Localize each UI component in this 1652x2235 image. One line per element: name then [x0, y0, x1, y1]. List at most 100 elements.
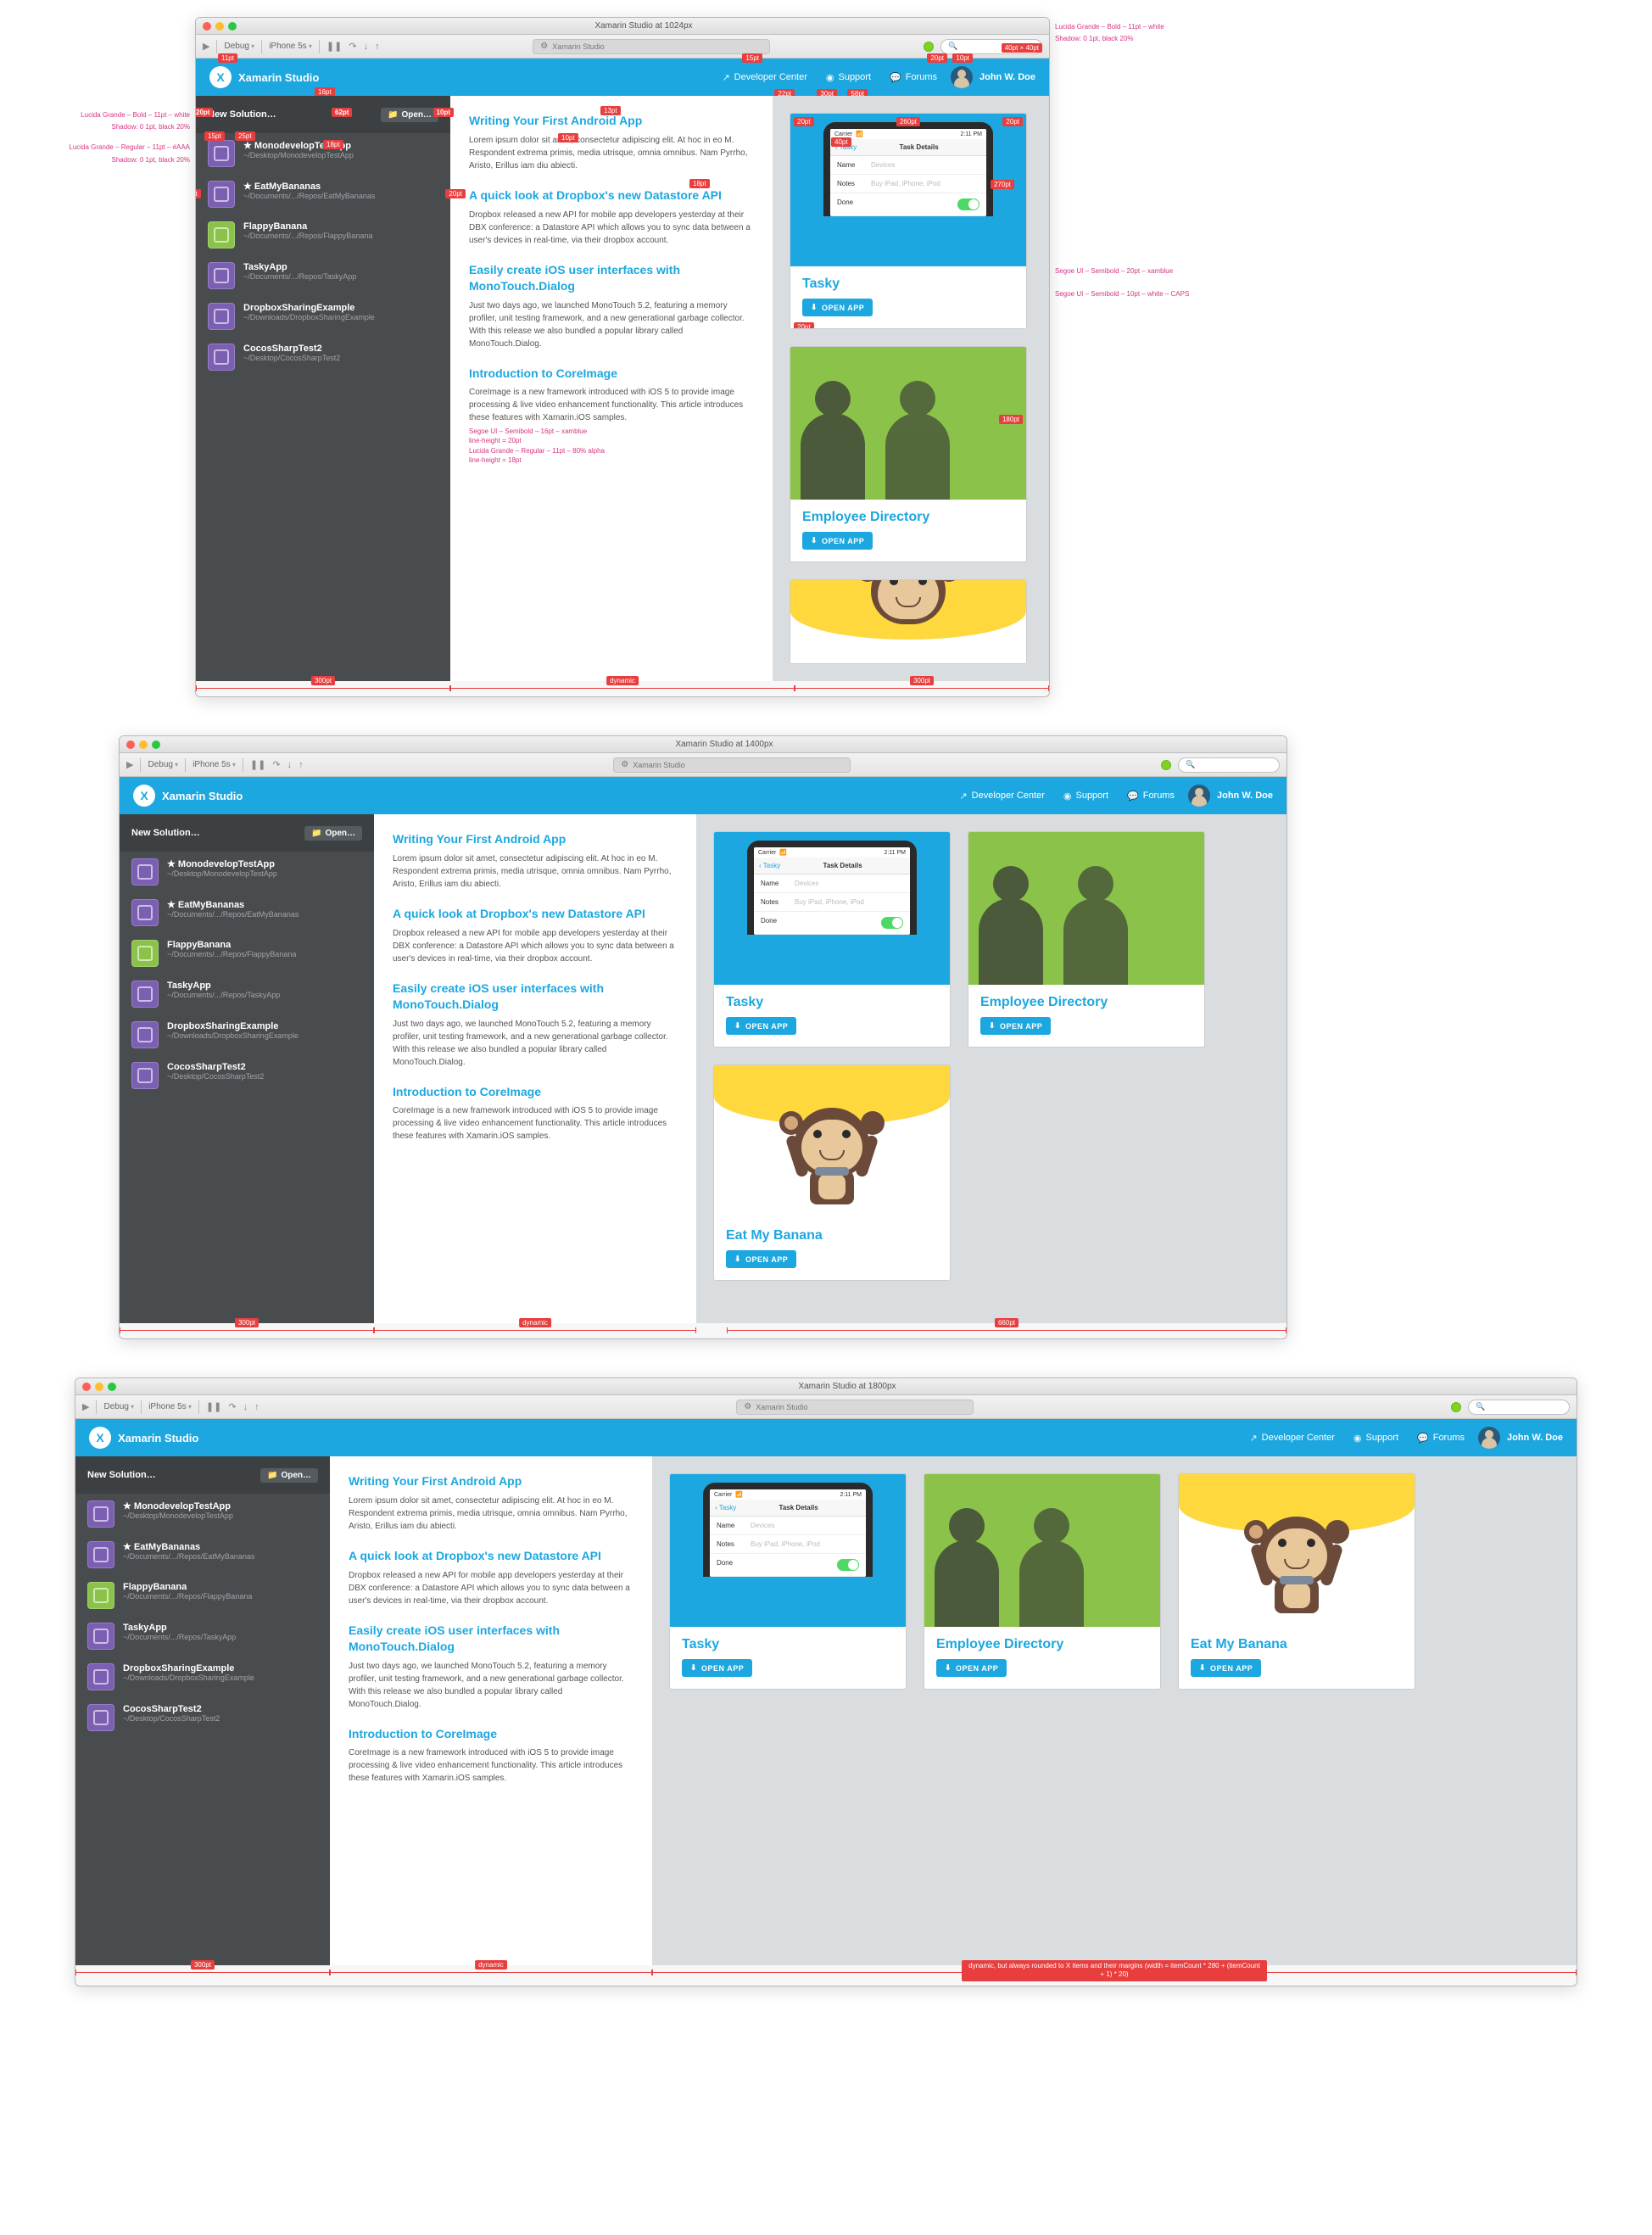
device-dropdown[interactable]: iPhone 5s — [193, 760, 236, 769]
step-out-icon[interactable]: ↑ — [299, 760, 304, 770]
config-dropdown[interactable]: Debug — [103, 1402, 134, 1411]
open-app-button[interactable]: ⬇OPEN APP — [802, 532, 873, 550]
avatar[interactable] — [951, 66, 973, 88]
zoom-icon[interactable] — [152, 740, 160, 749]
nav-developer-center[interactable]: ↗Developer Center — [722, 72, 806, 83]
logo-icon[interactable]: X — [209, 66, 232, 88]
card-tasky[interactable]: Carrier📶2:11 PM ‹ TaskyTask Details Name… — [790, 113, 1027, 329]
pause-icon[interactable]: ❚❚ — [206, 1401, 221, 1412]
card-employee-directory[interactable]: 180pt Employee Directory ⬇OPEN APP — [790, 346, 1027, 562]
close-icon[interactable] — [82, 1383, 91, 1391]
open-button[interactable]: 📁Open… — [260, 1468, 318, 1483]
article-title[interactable]: Writing Your First Android App — [349, 1473, 633, 1489]
card-employee-directory[interactable]: Employee Directory⬇OPEN APP — [924, 1473, 1161, 1690]
device-dropdown[interactable]: iPhone 5s — [269, 42, 312, 51]
nav-developer-center[interactable]: ↗Developer Center — [959, 791, 1044, 802]
sidebar-item[interactable]: CocosSharpTest2~/Desktop/CocosSharpTest2 — [75, 1697, 330, 1738]
card-eat-my-banana[interactable]: Eat My Banana⬇OPEN APP — [713, 1064, 951, 1281]
open-app-button[interactable]: ⬇OPEN APP — [936, 1659, 1007, 1677]
article-title[interactable]: A quick look at Dropbox's new Datastore … — [469, 187, 754, 204]
step-over-icon[interactable]: ↷ — [228, 1401, 236, 1412]
zoom-icon[interactable] — [108, 1383, 116, 1391]
sidebar-item[interactable]: CocosSharpTest2~/Desktop/CocosSharpTest2 — [120, 1055, 374, 1096]
card-tasky[interactable]: Carrier📶2:11 PM ‹ TaskyTask Details Name… — [713, 831, 951, 1048]
build-status[interactable]: ⚙Xamarin Studio — [736, 1400, 974, 1415]
status-dot-icon[interactable] — [1451, 1402, 1461, 1412]
nav-support[interactable]: ◉Support — [826, 72, 871, 83]
minimize-icon[interactable] — [139, 740, 148, 749]
play-icon[interactable]: ▶ — [126, 759, 133, 770]
sidebar-item[interactable]: FlappyBanana~/Documents/.../Repos/Flappy… — [120, 933, 374, 974]
new-solution-button[interactable]: New Solution… — [87, 1470, 156, 1480]
nav-forums[interactable]: 💬Forums — [1127, 791, 1175, 802]
step-in-icon[interactable]: ↓ — [287, 760, 293, 770]
step-out-icon[interactable]: ↑ — [375, 42, 380, 52]
close-icon[interactable] — [203, 22, 211, 31]
step-out-icon[interactable]: ↑ — [254, 1402, 260, 1412]
sidebar-item[interactable]: FlappyBanana~/Documents/.../Repos/Flappy… — [75, 1575, 330, 1616]
step-over-icon[interactable]: ↷ — [272, 759, 280, 770]
nav-support[interactable]: ◉Support — [1063, 791, 1108, 802]
article-title[interactable]: A quick look at Dropbox's new Datastore … — [349, 1548, 633, 1564]
pause-icon[interactable]: ❚❚ — [326, 41, 342, 52]
sidebar-item[interactable]: EatMyBananas~/Documents/.../Repos/EatMyB… — [120, 892, 374, 933]
nav-developer-center[interactable]: ↗Developer Center — [1249, 1433, 1334, 1444]
device-dropdown[interactable]: iPhone 5s — [148, 1402, 192, 1411]
nav-forums[interactable]: 💬Forums — [890, 72, 937, 83]
sidebar-item[interactable]: MonodevelopTestApp~/Desktop/MonodevelopT… — [120, 852, 374, 892]
window-controls[interactable] — [203, 22, 237, 31]
search-input[interactable]: 🔍 — [1468, 1400, 1570, 1415]
logo-icon[interactable]: X — [133, 785, 155, 807]
sidebar-item[interactable]: EatMyBananas~/Documents/.../Repos/EatMyB… — [196, 174, 450, 215]
article-title[interactable]: Introduction to CoreImage — [393, 1084, 678, 1100]
config-dropdown[interactable]: Debug — [148, 760, 178, 769]
build-status[interactable]: ⚙Xamarin Studio — [613, 757, 851, 773]
open-button[interactable]: 📁Open… — [304, 826, 362, 841]
card-eat-my-banana[interactable]: Eat My Banana⬇OPEN APP — [1178, 1473, 1415, 1690]
sidebar-item[interactable]: DropboxSharingExample~/Downloads/Dropbox… — [120, 1014, 374, 1055]
search-input[interactable]: 🔍 — [1178, 757, 1280, 773]
sidebar-item[interactable]: DropboxSharingExample~/Downloads/Dropbox… — [196, 296, 450, 337]
sidebar-item[interactable]: CocosSharpTest2~/Desktop/CocosSharpTest2 — [196, 337, 450, 377]
article-title[interactable]: Easily create iOS user interfaces with M… — [469, 262, 754, 294]
article-title[interactable]: A quick look at Dropbox's new Datastore … — [393, 906, 678, 922]
sidebar-item[interactable]: DropboxSharingExample~/Downloads/Dropbox… — [75, 1657, 330, 1697]
avatar[interactable] — [1478, 1427, 1500, 1449]
open-app-button[interactable]: ⬇OPEN APP — [726, 1250, 796, 1268]
titlebar[interactable]: Xamarin Studio at 1400px — [120, 736, 1286, 753]
status-dot-icon[interactable] — [924, 42, 934, 52]
sidebar-item[interactable]: MonodevelopTestApp~/Desktop/MonodevelopT… — [196, 133, 450, 174]
titlebar[interactable]: Xamarin Studio at 1024px — [196, 18, 1049, 35]
article-title[interactable]: Easily create iOS user interfaces with M… — [393, 981, 678, 1013]
open-app-button[interactable]: ⬇OPEN APP — [980, 1017, 1051, 1035]
nav-support[interactable]: ◉Support — [1353, 1433, 1398, 1444]
article-title[interactable]: Introduction to CoreImage — [349, 1726, 633, 1742]
article-title[interactable]: Writing Your First Android App — [393, 831, 678, 847]
card-tasky[interactable]: Carrier📶2:11 PM ‹ TaskyTask Details Name… — [669, 1473, 907, 1690]
article-title[interactable]: Easily create iOS user interfaces with M… — [349, 1623, 633, 1655]
open-app-button[interactable]: ⬇OPEN APP — [802, 299, 873, 316]
config-dropdown[interactable]: Debug — [224, 42, 254, 51]
avatar[interactable] — [1188, 785, 1210, 807]
titlebar[interactable]: Xamarin Studio at 1800px — [75, 1378, 1577, 1395]
sidebar-item[interactable]: EatMyBananas~/Documents/.../Repos/EatMyB… — [75, 1534, 330, 1575]
article-title[interactable]: Introduction to CoreImage — [469, 366, 754, 382]
nav-forums[interactable]: 💬Forums — [1417, 1433, 1465, 1444]
minimize-icon[interactable] — [215, 22, 224, 31]
status-dot-icon[interactable] — [1161, 760, 1171, 770]
play-icon[interactable]: ▶ — [82, 1401, 89, 1412]
open-app-button[interactable]: ⬇OPEN APP — [682, 1659, 752, 1677]
step-in-icon[interactable]: ↓ — [243, 1402, 248, 1412]
zoom-icon[interactable] — [228, 22, 237, 31]
sidebar-item[interactable]: TaskyApp~/Documents/.../Repos/TaskyApp — [75, 1616, 330, 1657]
sidebar-item[interactable]: MonodevelopTestApp~/Desktop/MonodevelopT… — [75, 1494, 330, 1534]
open-button[interactable]: 📁Open… — [381, 108, 438, 122]
user-name[interactable]: John W. Doe — [979, 72, 1035, 82]
new-solution-button[interactable]: New Solution… — [208, 109, 276, 120]
sidebar-item[interactable]: TaskyApp~/Documents/.../Repos/TaskyApp — [196, 255, 450, 296]
play-icon[interactable]: ▶ — [203, 41, 209, 52]
open-app-button[interactable]: ⬇OPEN APP — [1191, 1659, 1261, 1677]
step-in-icon[interactable]: ↓ — [364, 42, 369, 52]
card-partial[interactable] — [790, 579, 1027, 664]
sidebar-item[interactable]: TaskyApp~/Documents/.../Repos/TaskyApp — [120, 974, 374, 1014]
